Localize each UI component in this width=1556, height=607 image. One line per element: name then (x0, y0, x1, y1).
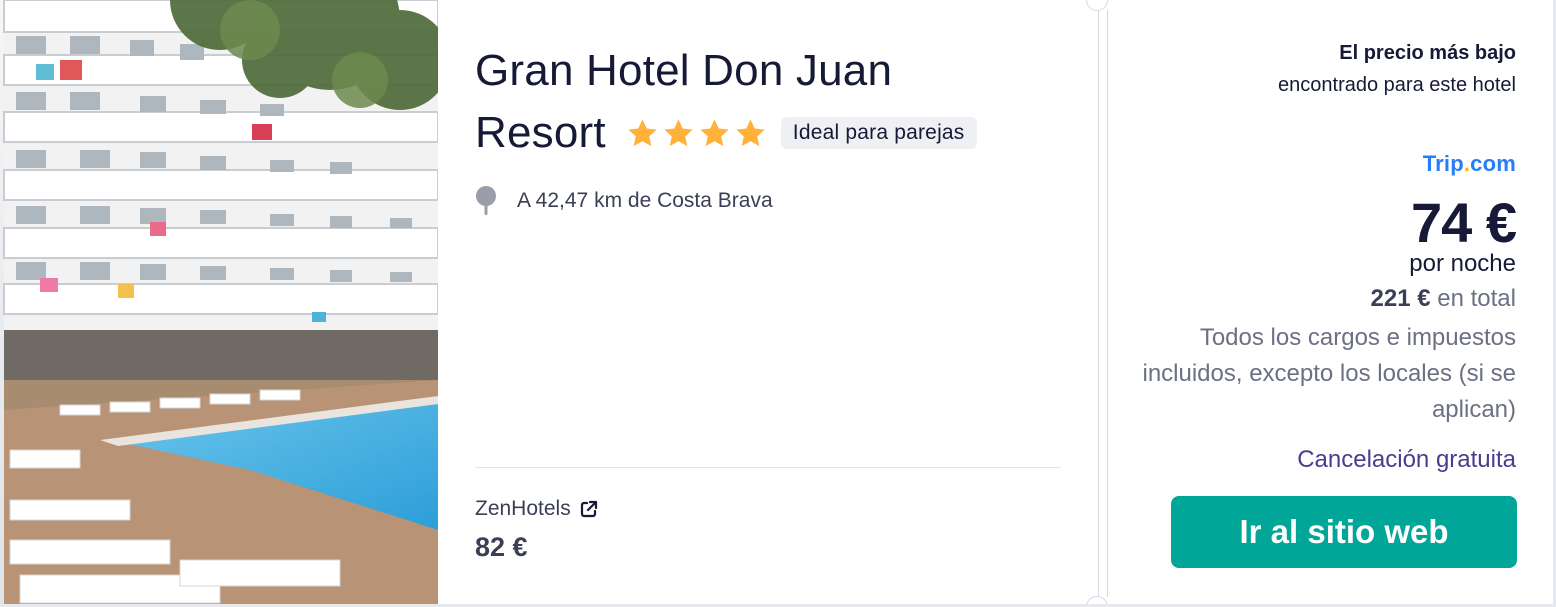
separator-line (1098, 10, 1099, 597)
go-to-site-button[interactable]: Ir al sitio web (1171, 496, 1517, 568)
alternate-provider-price[interactable]: 82 € (475, 532, 528, 563)
star-rating (626, 117, 767, 150)
total-amount: 221 € (1370, 285, 1431, 312)
star-icon (736, 118, 765, 146)
star-icon (664, 118, 693, 146)
trip-logo-main: Trip (1422, 151, 1464, 176)
star-icon (628, 118, 657, 146)
nightly-price: 74 € (1411, 191, 1517, 254)
hotel-photo[interactable] (0, 0, 438, 607)
hotel-info: Gran Hotel Don Juan Resort Ideal para pa… (438, 0, 1096, 607)
separator-line (1107, 10, 1108, 597)
alternate-provider-link[interactable]: ZenHotels (475, 497, 599, 521)
hotel-name-line2[interactable]: Resort (475, 102, 606, 164)
alternate-provider-name[interactable]: ZenHotels (475, 497, 571, 521)
total-price: 221 € en total (1371, 285, 1516, 313)
free-cancellation: Cancelación gratuita (1297, 446, 1516, 473)
hotel-result-card[interactable]: Gran Hotel Don Juan Resort Ideal para pa… (0, 0, 1556, 607)
offers-divider (475, 467, 1061, 468)
best-price-panel: El precio más bajo encontrado para este … (1110, 0, 1556, 607)
taxes-note: Todos los cargos e impuestos incluidos, … (1142, 324, 1516, 423)
hotel-name-line1[interactable]: Gran Hotel Don Juan (475, 40, 1075, 102)
hotel-name[interactable]: Gran Hotel Don Juan Resort Ideal para pa… (475, 40, 1075, 164)
map-pin-icon (476, 186, 496, 215)
per-night-label: por noche (1409, 250, 1516, 277)
external-link-icon[interactable] (579, 499, 599, 519)
separator-notch-bottom (1086, 596, 1108, 607)
lowest-price-title: El precio más bajo (1339, 42, 1516, 64)
hotel-location: A 42,47 km de Costa Brava (475, 186, 773, 216)
lowest-price-subtitle: encontrado para este hotel (1278, 74, 1516, 96)
location-text: A 42,47 km de Costa Brava (517, 189, 773, 212)
star-icon (700, 118, 729, 146)
trip-logo-end: com (1470, 151, 1516, 176)
hotel-photo-image (0, 0, 438, 607)
total-suffix: en total (1430, 285, 1516, 312)
traveler-tag: Ideal para parejas (780, 117, 977, 149)
trip-com-logo: Trip.com (1423, 151, 1516, 177)
